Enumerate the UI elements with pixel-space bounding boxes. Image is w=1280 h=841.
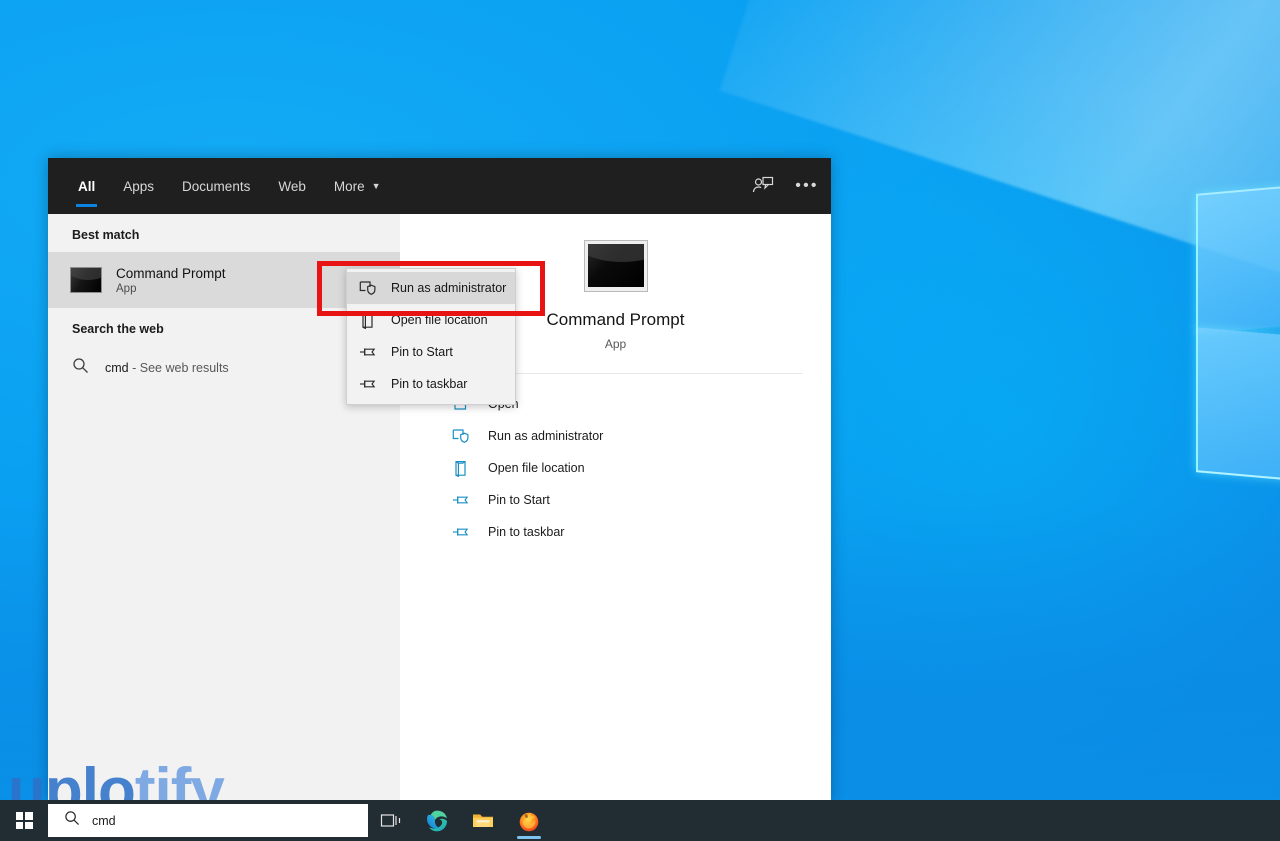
command-prompt-thumbnail [583,240,648,292]
pin-icon [359,375,377,393]
web-result-query: cmd [105,361,129,375]
context-menu-item-open-file-location[interactable]: Open file location [347,304,515,336]
best-match-title: Command Prompt [116,265,226,281]
tab-web[interactable]: Web [264,158,320,214]
shield-run-icon [359,279,377,297]
wallpaper-window-pane-top [1196,178,1280,334]
tab-apps[interactable]: Apps [109,158,168,214]
web-result-suffix: - See web results [132,361,229,375]
best-match-heading: Best match [72,228,140,242]
tab-more[interactable]: More ▼ [320,158,395,214]
tab-all[interactable]: All [64,158,109,214]
action-pin-to-taskbar[interactable]: Pin to taskbar [452,516,831,548]
action-run-as-administrator[interactable]: Run as administrator [452,420,831,452]
feedback-icon[interactable] [743,166,783,206]
app-subtitle: App [604,337,627,351]
ctx-runas-label: Run as administrator [391,281,507,295]
context-menu: Run as administrator Open file location … [346,268,516,405]
command-prompt-screen [587,244,644,287]
file-explorer-button[interactable] [460,800,506,841]
more-options-glyph: ••• [795,177,819,194]
search-icon [64,810,80,831]
taskbar: cmd [0,800,1280,841]
action-openloc-label: Open file location [488,461,585,475]
taskbar-search-value: cmd [92,813,116,828]
chevron-down-icon: ▼ [371,180,381,191]
pin-icon [452,491,470,509]
search-icon [72,357,89,379]
tab-all-label: All [78,178,96,194]
microsoft-edge-button[interactable] [414,800,460,841]
action-pintaskbar-label: Pin to taskbar [488,525,565,539]
folder-location-icon [452,459,470,477]
task-view-icon [380,813,401,827]
search-tab-bar: All Apps Documents Web More ▼ ••• [48,158,831,214]
tab-web-label: Web [278,178,306,194]
more-options-icon[interactable]: ••• [787,166,827,206]
web-result-text: cmd - See web results [105,361,229,375]
windows-search-flyout: All Apps Documents Web More ▼ ••• Best m… [48,158,831,802]
tab-documents[interactable]: Documents [168,158,264,214]
pin-icon [452,523,470,541]
ctx-pinstart-label: Pin to Start [391,345,453,359]
context-menu-item-run-as-administrator[interactable]: Run as administrator [347,272,515,304]
folder-location-icon [359,311,377,329]
action-runas-label: Run as administrator [488,429,604,443]
windows-logo-icon [15,812,33,829]
best-match-text: Command Prompt App [116,266,226,295]
task-view-button[interactable] [368,800,414,841]
firefox-button[interactable] [506,800,552,841]
best-match-subtitle: App [116,282,137,295]
command-prompt-icon [70,267,102,293]
tab-apps-label: Apps [123,178,155,194]
action-pin-to-start[interactable]: Pin to Start [452,484,831,516]
ctx-pintaskbar-label: Pin to taskbar [391,377,468,391]
taskbar-search-input[interactable]: cmd [48,804,368,837]
pin-icon [359,343,377,361]
start-button[interactable] [0,800,48,841]
file-explorer-icon [473,814,493,827]
tab-documents-label: Documents [182,178,251,194]
microsoft-edge-icon [427,810,447,831]
context-menu-item-pin-to-taskbar[interactable]: Pin to taskbar [347,368,515,400]
ctx-openloc-label: Open file location [391,313,488,327]
shield-run-icon [452,427,470,445]
action-open-file-location[interactable]: Open file location [452,452,831,484]
app-title: Command Prompt [546,310,685,329]
tab-more-label: More [333,178,365,194]
firefox-icon [519,811,539,831]
wallpaper-window-pane-bottom [1196,327,1280,488]
action-pinstart-label: Pin to Start [488,493,550,507]
context-menu-item-pin-to-start[interactable]: Pin to Start [347,336,515,368]
